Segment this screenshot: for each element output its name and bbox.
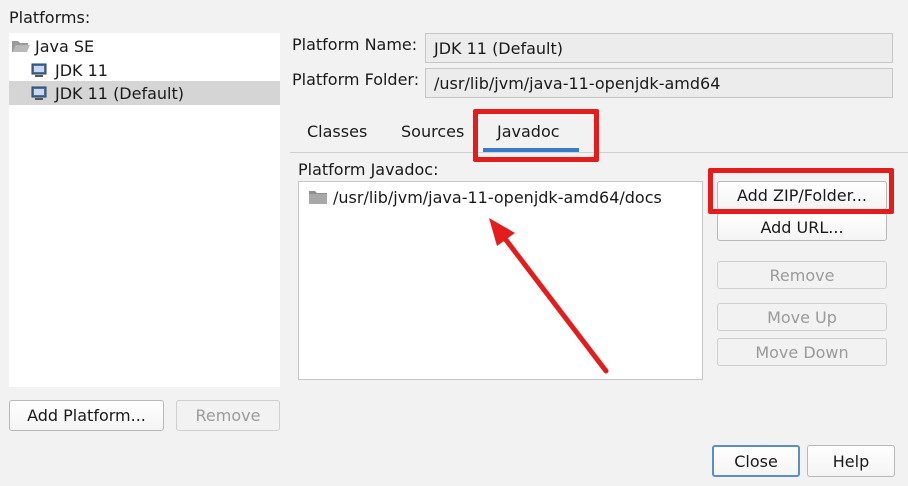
annotation-arrow-icon [489,218,609,374]
